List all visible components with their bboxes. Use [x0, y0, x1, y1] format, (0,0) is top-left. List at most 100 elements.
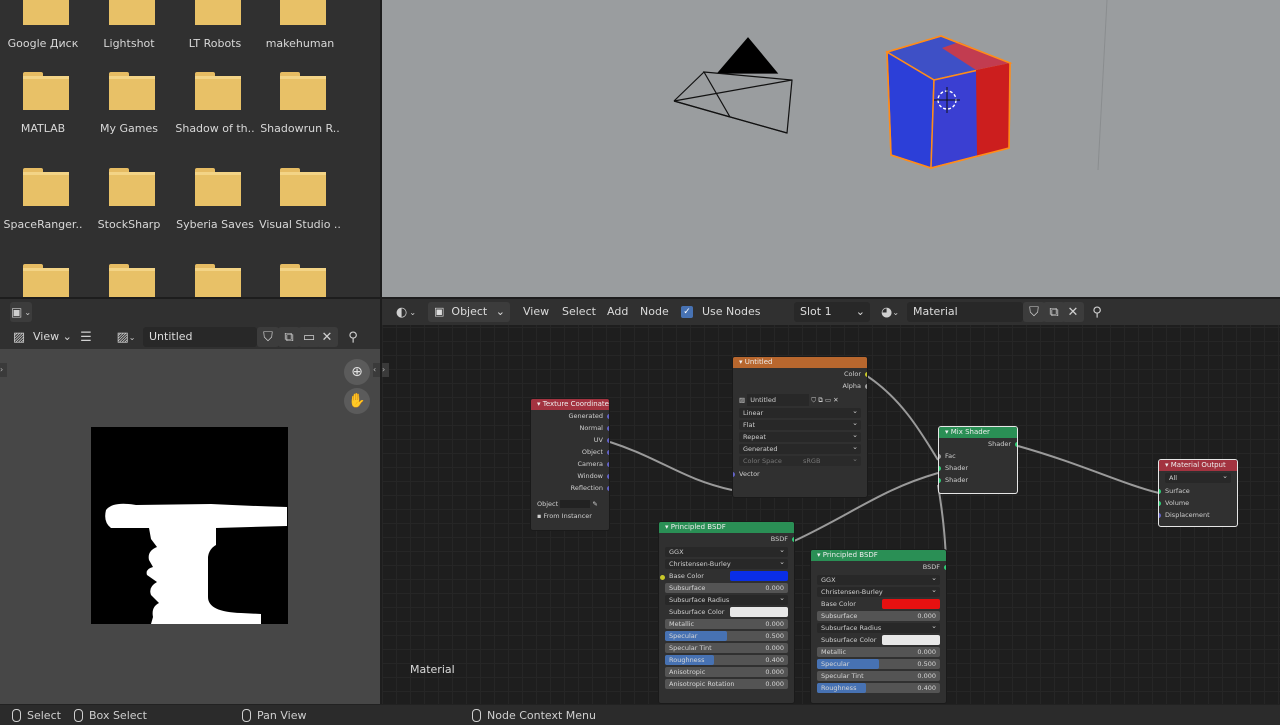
material-output-header[interactable]: ▾ Material Output: [1159, 460, 1237, 471]
sidebar-toggle-left-icon[interactable]: ›: [0, 363, 7, 377]
output-socket[interactable]: [607, 449, 609, 455]
subsurface-color-row[interactable]: Subsurface Color: [665, 607, 788, 617]
subsurface-field[interactable]: Subsurface 0.000: [817, 611, 940, 621]
principled-bsdf-red-node[interactable]: ▾ Principled BSDF BSDF GGX Christensen-B…: [810, 549, 947, 704]
output-socket[interactable]: [865, 383, 867, 389]
subsurface-radius-dropdown[interactable]: Subsurface Radius: [665, 593, 788, 605]
folder-item[interactable]: [175, 264, 255, 297]
folder-item[interactable]: SpaceRanger..: [3, 168, 83, 258]
image-texture-header[interactable]: ▾ Untitled: [733, 357, 867, 368]
zoom-icon[interactable]: ⊕: [344, 359, 370, 385]
slider-field-specular[interactable]: Specular 0.500: [665, 631, 788, 641]
3d-viewport[interactable]: [382, 0, 1280, 297]
base-color-swatch[interactable]: [730, 571, 788, 581]
image-texture-node[interactable]: ▾ Untitled Color Alpha ▨ Untitled ⛉ ⧉ ▭ …: [732, 356, 868, 498]
unlink-image-close-icon[interactable]: ✕: [316, 327, 338, 347]
distribution-dropdown[interactable]: GGX: [665, 545, 788, 557]
principled-bsdf-header[interactable]: ▾ Principled BSDF: [811, 550, 946, 561]
slider-field-metallic[interactable]: Metallic 0.000: [817, 647, 940, 657]
object-field-row[interactable]: Object ✎: [531, 498, 609, 510]
source-dropdown[interactable]: Generated: [739, 442, 861, 454]
input-socket[interactable]: [1159, 488, 1161, 494]
mix-shader-node[interactable]: ▾ Mix Shader Shader Fac Shader Shader: [938, 426, 1018, 494]
input-socket[interactable]: [939, 477, 941, 483]
subsurface-color-swatch[interactable]: [882, 635, 940, 645]
material-output-node[interactable]: ▾ Material Output All Surface Volume Dis…: [1158, 459, 1238, 527]
input-socket[interactable]: [939, 453, 941, 459]
output-socket[interactable]: [865, 371, 867, 377]
folder-item[interactable]: Shadow of th..: [175, 72, 255, 162]
subsurface-field[interactable]: Subsurface 0.000: [665, 583, 788, 593]
folder-item[interactable]: Lightshot: [89, 0, 169, 77]
interpolation-dropdown[interactable]: Linear: [739, 406, 861, 418]
folder-item[interactable]: LT Robots: [175, 0, 255, 77]
principled-bsdf-header[interactable]: ▾ Principled BSDF: [659, 522, 794, 533]
texture-coordinate-header[interactable]: ▾ Texture Coordinate: [531, 399, 609, 410]
output-socket[interactable]: [607, 473, 609, 479]
slider-field-anisotropic-rotation[interactable]: Anisotropic Rotation 0.000: [665, 679, 788, 689]
subsurface-method-dropdown[interactable]: Christensen-Burley: [817, 585, 940, 597]
extension-dropdown[interactable]: Repeat: [739, 430, 861, 442]
output-socket[interactable]: [607, 413, 609, 419]
folder-item[interactable]: [3, 264, 83, 297]
slider-field-specular[interactable]: Specular 0.500: [817, 659, 940, 669]
mix-shader-header[interactable]: ▾ Mix Shader: [939, 427, 1017, 438]
output-socket[interactable]: [944, 564, 946, 570]
base-color-row[interactable]: Base Color: [660, 571, 788, 581]
projection-dropdown[interactable]: Flat: [739, 418, 861, 430]
output-socket[interactable]: [607, 485, 609, 491]
from-instancer-checkbox[interactable]: ▪ From Instancer: [531, 510, 609, 522]
slider-field-roughness[interactable]: Roughness 0.400: [817, 683, 940, 693]
pin-icon[interactable]: ⚲: [342, 327, 364, 347]
folder-item[interactable]: My Games: [89, 72, 169, 162]
texture-coordinate-node[interactable]: ▾ Texture Coordinate Generated Normal UV…: [530, 398, 610, 531]
camera-object[interactable]: [673, 37, 793, 134]
input-socket[interactable]: [1159, 512, 1161, 518]
base-color-swatch[interactable]: [882, 599, 940, 609]
folder-item[interactable]: Google Диск: [3, 0, 83, 77]
slider-field-roughness[interactable]: Roughness 0.400: [665, 655, 788, 665]
target-dropdown[interactable]: All: [1165, 471, 1231, 483]
sidebar-toggle-right-icon[interactable]: ‹: [373, 363, 380, 377]
folder-item[interactable]: makehuman: [260, 0, 340, 77]
slider-field-specular-tint[interactable]: Specular Tint 0.000: [665, 643, 788, 653]
subsurface-color-row[interactable]: Subsurface Color: [817, 635, 940, 645]
output-socket[interactable]: [607, 437, 609, 443]
node-editor-panel[interactable]: ◐ ⌄ ▣ Object ⌄ View Select Add Node ✓ Use…: [382, 299, 1280, 704]
new-image-icon[interactable]: ⧉: [278, 327, 300, 347]
input-socket[interactable]: [733, 471, 735, 477]
subsurface-color-swatch[interactable]: [730, 607, 788, 617]
slider-field-anisotropic[interactable]: Anisotropic 0.000: [665, 667, 788, 677]
distribution-dropdown[interactable]: GGX: [817, 573, 940, 585]
image-name-field[interactable]: Untitled: [143, 327, 257, 347]
output-socket[interactable]: [607, 425, 609, 431]
output-socket[interactable]: [792, 536, 794, 542]
editor-type-button[interactable]: ▣ ⌄: [10, 302, 32, 322]
input-socket[interactable]: [939, 465, 941, 471]
folder-item[interactable]: Syberia Saves: [175, 168, 255, 258]
folder-item[interactable]: [89, 264, 169, 297]
slider-field-specular-tint[interactable]: Specular Tint 0.000: [817, 671, 940, 681]
cube-object[interactable]: [885, 35, 1013, 170]
subsurface-radius-dropdown[interactable]: Subsurface Radius: [817, 621, 940, 633]
folder-item[interactable]: Shadowrun R..: [260, 72, 340, 162]
pan-hand-icon[interactable]: ✋: [344, 388, 370, 414]
input-socket[interactable]: [660, 574, 665, 580]
base-color-row[interactable]: Base Color: [817, 599, 940, 609]
principled-bsdf-blue-node[interactable]: ▾ Principled BSDF BSDF GGX Christensen-B…: [658, 521, 795, 704]
output-socket[interactable]: [607, 461, 609, 467]
folder-item[interactable]: MATLAB: [3, 72, 83, 162]
slider-field-metallic[interactable]: Metallic 0.000: [665, 619, 788, 629]
view-mode-icon[interactable]: ▨: [8, 327, 30, 347]
folder-item[interactable]: StockSharp: [89, 168, 169, 258]
folder-item[interactable]: Visual Studio ..: [259, 168, 341, 258]
image-selector-row[interactable]: ▨ Untitled ⛉ ⧉ ▭ ✕: [733, 394, 867, 406]
output-socket[interactable]: [1015, 441, 1017, 447]
hamburger-menu-icon[interactable]: ☰: [75, 327, 97, 347]
input-socket[interactable]: [1159, 500, 1161, 506]
eyedropper-icon[interactable]: ✎: [592, 500, 597, 508]
subsurface-method-dropdown[interactable]: Christensen-Burley: [665, 557, 788, 569]
image-browse-button[interactable]: ▨ ⌄: [112, 327, 140, 347]
view-menu[interactable]: View ⌄: [33, 327, 72, 347]
folder-item[interactable]: [260, 264, 340, 297]
